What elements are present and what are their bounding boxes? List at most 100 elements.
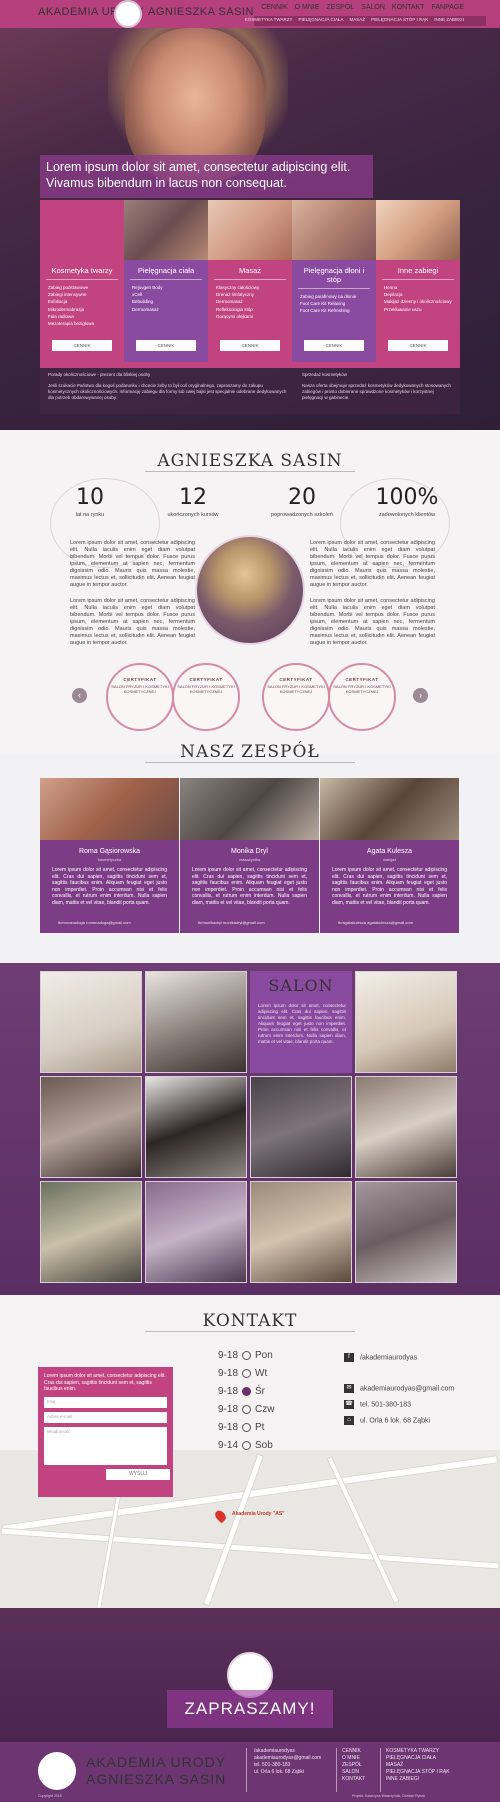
footer-link[interactable]: KONTAKT [342, 1776, 365, 1783]
address-text: ul. Orla 6 lok. 68 Ząbki [360, 1417, 431, 1425]
cosmetics-note-text: Nasza oferta obejmuje sprzedaż kosmetykó… [302, 383, 451, 400]
member-contact[interactable]: fb/agatakulesza agatakulesza@gmail.com [338, 920, 413, 925]
member-bio: Lorem ipsum dolor sit amet, consectetur … [52, 867, 167, 906]
member-bio: Lorem ipsum dolor sit amet, consectetur … [192, 867, 307, 906]
facebook-icon: f [344, 1353, 354, 1362]
nav-kontakt[interactable]: KONTAKT [392, 4, 425, 11]
cennik-button[interactable]: CENNIK [304, 340, 364, 351]
footer-link[interactable]: CENNIK [342, 1748, 365, 1755]
certificate[interactable]: CERTYFIKAT SALON FRYZUR I KOSMETYKI KOSME… [328, 663, 396, 731]
email-field[interactable]: Adres e-mail [44, 1411, 167, 1423]
footer-service-link[interactable]: PIELĘGNACJA CIAŁA [386, 1755, 450, 1762]
certificate[interactable]: CERTYFIKAT SALON FRYZUR I KOSMETYKI KOSME… [172, 663, 240, 731]
nav-cennik[interactable]: CENNIK [261, 4, 287, 11]
hours-day: Pon [255, 1350, 273, 1361]
salon-photo[interactable] [250, 1181, 352, 1283]
cennik-button[interactable]: CENNIK [388, 340, 448, 351]
salon-photo[interactable] [145, 971, 247, 1073]
service-item: Dermomasaż [216, 299, 243, 305]
owner-portrait [195, 535, 305, 645]
day-radio[interactable] [242, 1404, 252, 1414]
certificate[interactable]: CERTYFIKAT SALON FRYZUR I KOSMETYKI KOSME… [106, 663, 174, 731]
day-radio-selected[interactable] [242, 1386, 252, 1396]
salon-photo[interactable] [40, 1181, 142, 1283]
footer-link[interactable]: ZESPÓŁ [342, 1762, 365, 1769]
member-photo [180, 778, 319, 840]
footer-link[interactable]: SALON [342, 1769, 365, 1776]
salon-title: SALON [268, 976, 334, 995]
subnav-inne[interactable]: INNE ZABIEGI [434, 17, 464, 22]
name-field[interactable]: Imię [44, 1396, 167, 1408]
cennik-button[interactable]: CENNIK [136, 340, 196, 351]
service-item: Foot Care Kit Refreshing [300, 308, 350, 314]
facebook-text: /akademiaurodyas [360, 1354, 418, 1362]
subnav-kosmetyka[interactable]: KOSMETYKA TWARZY [245, 17, 293, 22]
nav-salon[interactable]: SALON [361, 4, 385, 11]
footer-service-link[interactable]: KOSMETYKA TWARZY [386, 1748, 450, 1755]
day-radio[interactable] [242, 1422, 252, 1432]
copyright: Copyright 2015 [38, 1794, 62, 1798]
service-item: Zabiegi intensywne [48, 292, 87, 298]
cert-subtitle: SALON FRYZUR I KOSMETYKI KOSMETYCZNEJ [333, 684, 391, 694]
footer-brand-line1: AKADEMIA URODY [86, 1754, 227, 1770]
salon-photo[interactable] [355, 1181, 457, 1283]
salon-photo[interactable] [145, 1181, 247, 1283]
send-button[interactable]: WYŚLIJ [106, 1468, 170, 1480]
day-radio[interactable] [242, 1368, 252, 1378]
salon-photo[interactable] [40, 1076, 142, 1178]
footer-phone[interactable]: tel. 501-380-183 [254, 1762, 321, 1769]
day-radio[interactable] [242, 1440, 252, 1450]
cert-prev-button[interactable]: ‹ [72, 688, 87, 703]
contact-facebook[interactable]: f/akademiaurodyas [344, 1353, 417, 1362]
salon-photo[interactable] [250, 1076, 352, 1178]
nav-o-mnie[interactable]: O MNIE [295, 4, 320, 11]
salon-photo[interactable] [355, 1076, 457, 1178]
cennik-button[interactable]: CENNIK [220, 340, 280, 351]
footer-service-link[interactable]: INNE ZABIEGI [386, 1776, 450, 1783]
hours-time: 9-18 [218, 1350, 239, 1361]
map-pin-icon[interactable] [213, 1508, 228, 1524]
footer-service-link[interactable]: MASAŻ [386, 1762, 450, 1769]
footer-email[interactable]: akademiaurodyas@gmail.com [254, 1755, 321, 1762]
phone-text: tel. 501-380-183 [360, 1401, 411, 1409]
stat-clients: 100% zadowolonych klientów [357, 485, 457, 518]
footer-facebook[interactable]: /akademiaurodyas [254, 1748, 321, 1755]
salon-photo[interactable] [40, 971, 142, 1073]
contact-phone[interactable]: ☎ tel. 501-380-183 [344, 1400, 411, 1409]
service-title: Pielęgnacja ciała [130, 260, 202, 280]
cennik-button[interactable]: CENNIK [52, 340, 112, 351]
subnav-pielegnacja-ciala[interactable]: PIELĘGNACJA CIAŁA [299, 17, 344, 22]
contact-email[interactable]: ✉ akademiaurodyas@gmail.com [344, 1384, 454, 1393]
footer-logo-icon[interactable] [38, 1752, 76, 1790]
service-item: Makijaż dzienny i okolicznościowy [384, 299, 452, 305]
stat-trainings: 20 poprowadzonych szkoleń [252, 485, 352, 518]
footer-service-link[interactable]: PIELĘGNACJA STÓP I RĄK [386, 1769, 450, 1776]
service-item: Zabieg parafinowy na dłonie [300, 294, 357, 299]
service-photo [208, 200, 292, 260]
map-road [202, 1453, 265, 1607]
nav-zespol[interactable]: ZESPÓŁ [327, 4, 355, 11]
member-bio: Lorem ipsum dolor sit amet, consectetur … [332, 867, 447, 906]
nav-fanpage[interactable]: FANPAGE [431, 4, 464, 11]
invite-text: ZAPRASZAMY! [184, 1699, 316, 1718]
message-field[interactable]: Wiadomość [44, 1426, 167, 1465]
member-contact[interactable]: fb/romanadoga romanadoga@gmail.com [58, 920, 131, 925]
form-intro: Lorem ipsum dolor sit amet, consectetur … [44, 1373, 166, 1392]
salon-photo[interactable] [145, 1076, 247, 1178]
logo-icon[interactable] [114, 0, 142, 28]
stat-courses: 12 ukończonych kursów [143, 485, 243, 518]
salon-photo[interactable] [355, 971, 457, 1073]
service-item: Przekłuwanie uszu [384, 306, 422, 312]
footer-link[interactable]: O MNIE [342, 1755, 365, 1762]
subnav-stopy-rece[interactable]: PIELĘGNACJA STÓP I RĄK [371, 17, 428, 22]
gift-note: Porady okolicznościowe - prezent dla bli… [48, 372, 288, 401]
member-name: Monika Dryl [231, 848, 268, 855]
certificate[interactable]: CERTYFIKAT SALON FRYZUR I KOSMETYKI KOSME… [262, 663, 330, 731]
subnav-masaz[interactable]: MASAŻ [350, 17, 366, 22]
footer-brand-line2: AGNIESZKA SASIN [86, 1771, 227, 1787]
cert-heading: CERTYFIKAT [345, 677, 379, 682]
day-radio[interactable] [242, 1350, 252, 1360]
member-contact[interactable]: fb/monikadryl monikadryl@gmail.com [198, 920, 265, 925]
brand-name-right[interactable]: AGNIESZKA SASIN [148, 6, 254, 18]
cert-next-button[interactable]: › [413, 688, 428, 703]
